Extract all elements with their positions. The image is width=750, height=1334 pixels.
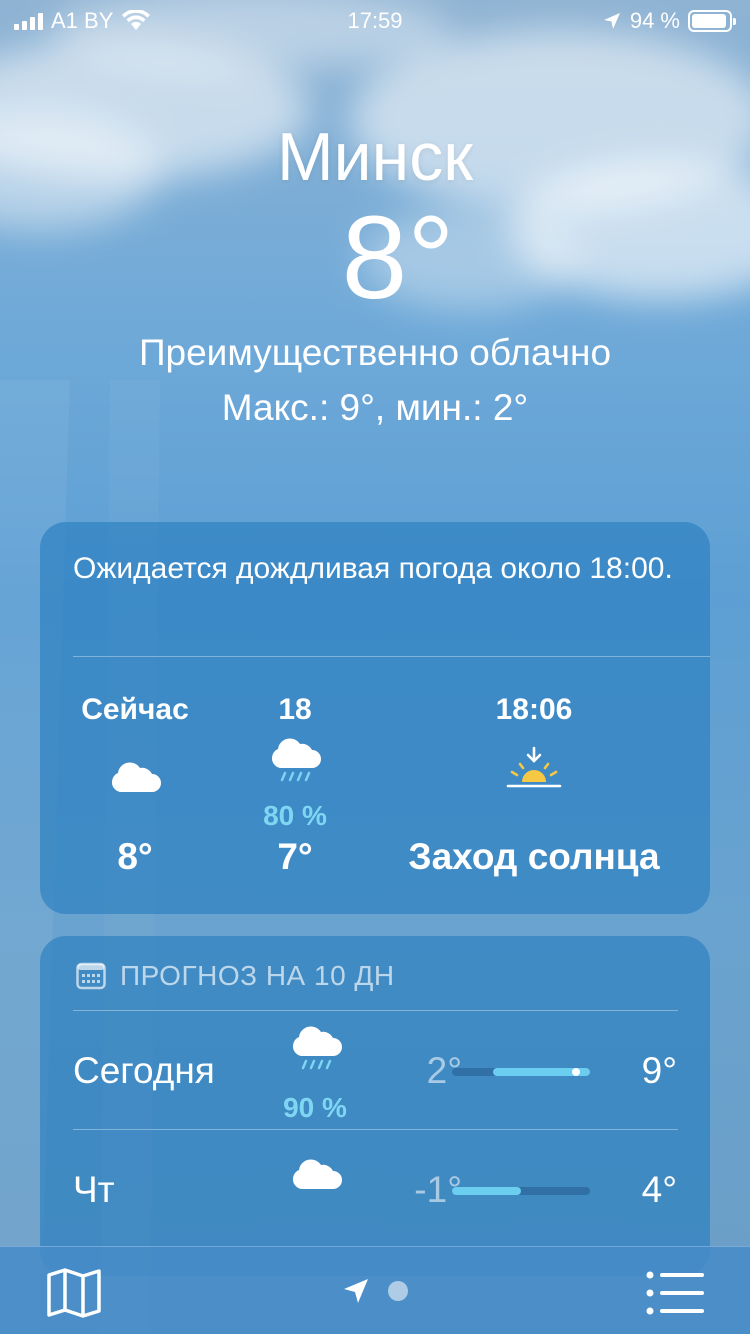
day-label: Сегодня (73, 1050, 215, 1091)
hourly-item-now: Сейчас 8° (70, 690, 200, 878)
list-icon[interactable] (646, 1271, 704, 1315)
cloud-rain-icon (292, 1026, 342, 1070)
temperature-range-track (452, 1068, 590, 1076)
sunset-icon (506, 746, 562, 788)
page-dot[interactable] (388, 1281, 408, 1301)
map-icon[interactable] (46, 1267, 102, 1319)
ten-day-forecast-card[interactable]: ПРОГНОЗ НА 10 ДН Сегодня 90 % 2° 9° Чт -… (40, 936, 710, 1276)
location-arrow-icon[interactable] (342, 1277, 370, 1305)
hourly-temp: 8° (117, 836, 153, 877)
hourly-item-sunset: 18:06 Заход солнца (384, 690, 684, 878)
temperature-range-track (452, 1187, 590, 1195)
cloud-rain-icon (271, 738, 321, 782)
page-indicator[interactable] (342, 1277, 408, 1305)
sunset-label: Заход солнца (408, 836, 660, 877)
calendar-icon (76, 962, 106, 990)
bottom-toolbar (0, 1246, 750, 1334)
city-name: Минск (277, 119, 473, 195)
hourly-forecast-card[interactable]: Ожидается дождливая погода около 18:00. … (40, 522, 710, 914)
precip-chance: 90 % (283, 1092, 347, 1123)
hourly-item-18: 18 80 % 7° (230, 690, 360, 878)
weather-condition: Преимущественно облачно (138, 332, 612, 373)
hourly-label: 18:06 (495, 693, 573, 726)
low-temp: 2° (426, 1050, 462, 1091)
location-services-icon (603, 13, 620, 29)
card-divider (73, 656, 710, 657)
daily-row-today[interactable]: Сегодня 90 % 2° 9° (40, 1010, 710, 1130)
ten-day-title: ПРОГНОЗ НА 10 ДН (120, 960, 395, 991)
status-bar: A1 BY 17:59 94 % (0, 0, 750, 40)
battery-icon (688, 10, 736, 32)
ten-day-header: ПРОГНОЗ НА 10 ДН (76, 960, 395, 992)
current-temperature: 8° (341, 192, 455, 324)
hourly-temp: 7° (277, 836, 313, 877)
precip-chance: 80 % (263, 800, 327, 831)
temperature-range-bar (452, 1187, 521, 1195)
high-low-temperature: Макс.: 9°, мин.: 2° (221, 387, 529, 428)
day-label: Чт (73, 1169, 115, 1210)
daily-row-thu[interactable]: Чт -1° 4° (40, 1129, 710, 1249)
cloud-icon (292, 1159, 342, 1189)
hourly-label: 18 (278, 693, 312, 726)
hourly-label: Сейчас (81, 693, 189, 726)
forecast-summary: Ожидается дождливая погода около 18:00. (73, 552, 673, 585)
cloud-icon (111, 762, 161, 792)
battery-percent: 94 % (629, 8, 680, 33)
high-temp: 4° (641, 1169, 677, 1210)
low-temp: -1° (414, 1169, 462, 1210)
high-temp: 9° (641, 1050, 677, 1091)
